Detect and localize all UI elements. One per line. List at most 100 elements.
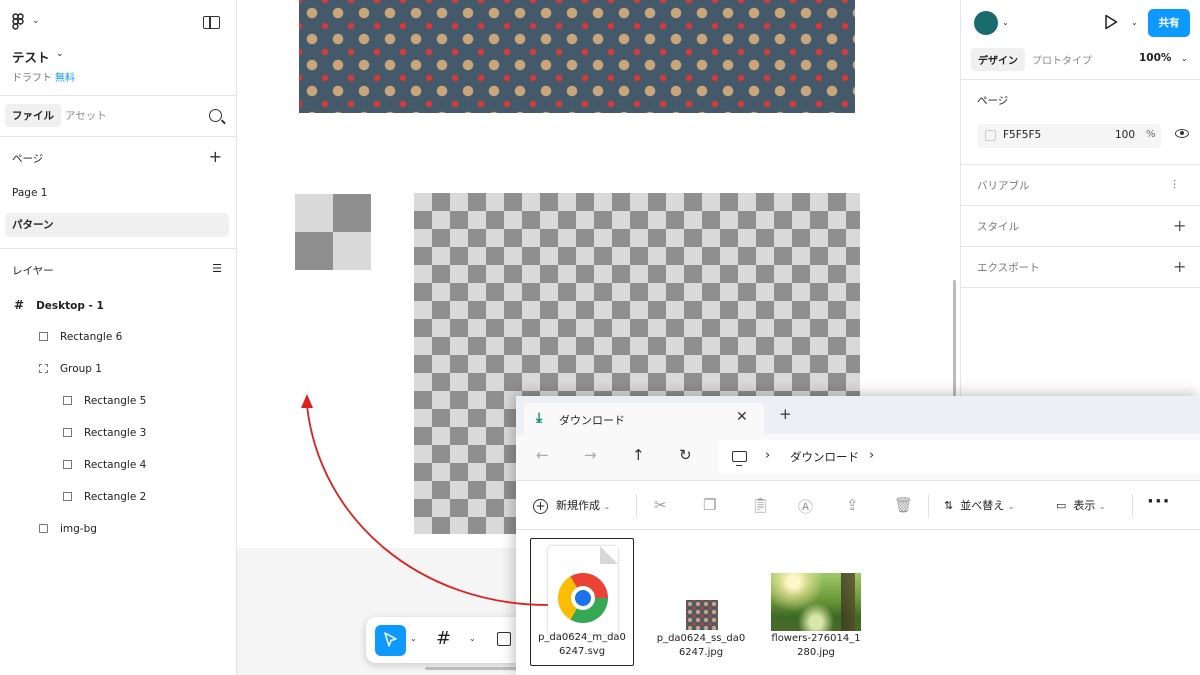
copy-icon[interactable]: ❐ <box>703 496 716 514</box>
tab-design[interactable]: デザイン <box>971 48 1025 71</box>
more-options-icon[interactable]: ··· <box>1147 491 1171 512</box>
explorer-tab-downloads[interactable]: ⤓ ダウンロード ✕ <box>524 403 764 434</box>
layer-rectangle-5[interactable]: Rectangle 5 <box>63 391 146 411</box>
tab-assets[interactable]: アセット <box>65 108 107 123</box>
tab-prototype[interactable]: プロトタイプ <box>1032 52 1092 67</box>
page-item-pattern[interactable]: パターン <box>5 213 229 237</box>
present-chevron-icon[interactable]: ⌄ <box>1131 18 1138 27</box>
delete-icon[interactable]: 🗑︎ <box>894 496 913 514</box>
file-explorer-window: ⤓ ダウンロード ✕ + ← → ↑ ↻ › ダウンロード › + 新規作成 ⌄ … <box>516 396 1200 675</box>
right-header: ⌄ ⌄ 共有 デザイン プロトタイプ 100% ⌄ <box>961 0 1200 80</box>
opacity-value[interactable]: 100 <box>1115 129 1135 141</box>
title-chevron-down-icon[interactable]: ⌄ <box>56 49 64 59</box>
back-arrow-icon[interactable]: ← <box>536 446 549 464</box>
breadcrumb-chevron-icon[interactable]: › <box>869 448 874 463</box>
new-tab-plus-icon[interactable]: + <box>779 407 792 422</box>
variables-label: バリアブル <box>977 180 1030 192</box>
add-style-plus-icon[interactable]: + <box>1173 218 1186 234</box>
layer-group-1[interactable]: Group 1 <box>39 359 102 379</box>
breadcrumb-downloads[interactable]: ダウンロード <box>790 449 859 465</box>
explorer-tab-bar: ⤓ ダウンロード ✕ + <box>516 396 1200 434</box>
variables-section: バリアブル <box>961 165 1200 206</box>
panel-toggle-icon[interactable] <box>203 16 220 29</box>
rectangle-icon <box>39 331 48 341</box>
new-button[interactable]: + 新規作成 ⌄ <box>533 497 610 514</box>
rectangle-icon <box>63 395 72 405</box>
layer-rectangle-4[interactable]: Rectangle 4 <box>63 455 146 475</box>
share-button[interactable]: 共有 <box>1148 9 1190 37</box>
frame-icon: # <box>14 298 25 312</box>
layer-rectangle-2[interactable]: Rectangle 2 <box>63 487 146 507</box>
file-name: p_da0624_ss_da0 6247.jpg <box>656 633 746 658</box>
file-item-svg[interactable]: p_da0624_m_da0 6247.svg <box>530 538 634 666</box>
refresh-icon[interactable]: ↻ <box>679 446 692 464</box>
layer-desktop-1[interactable]: # Desktop - 1 <box>14 295 104 315</box>
add-page-plus-icon[interactable]: + <box>209 149 222 165</box>
view-button[interactable]: ▭ 表示 ⌄ <box>1056 497 1106 513</box>
address-bar[interactable]: › ダウンロード › <box>718 440 1200 474</box>
layer-img-bg[interactable]: img-bg <box>39 519 97 539</box>
export-section: エクスポート + <box>961 247 1200 288</box>
layers-label: レイヤー <box>12 265 54 277</box>
share-icon[interactable]: ⇪ <box>846 496 859 514</box>
page-item-page1[interactable]: Page 1 <box>5 181 229 205</box>
figma-logo-icon[interactable] <box>12 13 26 35</box>
page-color-field[interactable]: F5F5F5 100 % <box>977 124 1161 148</box>
zoom-level[interactable]: 100% <box>1139 52 1171 64</box>
zoom-chevron-icon[interactable]: ⌄ <box>1181 54 1188 63</box>
rename-icon[interactable]: Ⓐ <box>798 496 813 517</box>
visibility-eye-icon[interactable] <box>1175 129 1189 138</box>
file-item-pattern-jpg[interactable]: p_da0624_ss_da0 6247.jpg <box>649 538 753 666</box>
export-label: エクスポート <box>977 262 1040 274</box>
computer-icon <box>732 451 747 466</box>
cut-icon[interactable]: ✂ <box>654 496 667 514</box>
left-tabs: ファイル アセット <box>0 96 236 137</box>
checker-tile[interactable] <box>295 194 371 270</box>
pattern-frame[interactable] <box>299 0 855 113</box>
avatar-chevron-icon[interactable]: ⌄ <box>1002 18 1009 27</box>
page-section: ページ <box>961 80 1200 165</box>
paste-icon[interactable]: 📋︎ <box>751 496 770 514</box>
page-label: ページ <box>977 95 1009 107</box>
rectangle-tool-icon[interactable] <box>497 632 511 646</box>
forward-arrow-icon[interactable]: → <box>584 446 597 464</box>
move-tool-chevron-icon[interactable]: ⌄ <box>410 634 417 643</box>
up-arrow-icon[interactable]: ↑ <box>632 446 645 464</box>
document-icon <box>548 546 618 634</box>
menu-chevron-down-icon[interactable]: ⌄ <box>32 16 40 26</box>
explorer-address-row: ← → ↑ ↻ › ダウンロード › <box>516 434 1200 481</box>
color-swatch[interactable] <box>985 130 996 141</box>
horizontal-scrollbar[interactable] <box>425 667 525 670</box>
pages-section: ページ + Page 1 パターン <box>0 137 236 249</box>
tab-file[interactable]: ファイル <box>5 104 61 127</box>
pages-label: ページ <box>12 153 44 165</box>
move-tool-button[interactable] <box>375 625 406 656</box>
rectangle-icon <box>63 491 72 501</box>
plan-label[interactable]: 無料 <box>55 69 75 84</box>
draft-label: ドラフト <box>12 73 52 84</box>
variables-sliders-icon[interactable]: ⫶ <box>1173 178 1176 193</box>
divider <box>1132 494 1133 518</box>
color-hex-value[interactable]: F5F5F5 <box>1003 129 1041 141</box>
frame-tool-icon[interactable]: # <box>436 628 451 649</box>
frame-tool-chevron-icon[interactable]: ⌄ <box>469 634 476 643</box>
breadcrumb-chevron-icon[interactable]: › <box>765 448 770 463</box>
layer-rectangle-3[interactable]: Rectangle 3 <box>63 423 146 443</box>
search-icon[interactable] <box>209 109 222 122</box>
add-export-plus-icon[interactable]: + <box>1173 259 1186 275</box>
divider <box>636 494 637 518</box>
avatar[interactable] <box>974 11 998 35</box>
sort-button[interactable]: ⇅ 並べ替え ⌄ <box>944 497 1014 513</box>
vertical-scrollbar[interactable] <box>953 280 956 400</box>
group-icon <box>39 363 48 373</box>
present-play-icon[interactable] <box>1104 14 1118 30</box>
close-icon[interactable]: ✕ <box>736 409 748 425</box>
layer-rectangle-6[interactable]: Rectangle 6 <box>39 327 122 347</box>
plus-circle-icon: + <box>533 498 548 514</box>
divider <box>928 494 929 518</box>
styles-section: スタイル + <box>961 206 1200 247</box>
rectangle-icon <box>63 427 72 437</box>
file-item-flowers-jpg[interactable]: flowers-276014_1 280.jpg <box>764 538 868 666</box>
file-title[interactable]: テスト <box>12 47 50 66</box>
collapse-layers-icon[interactable]: ☰ <box>212 262 222 275</box>
